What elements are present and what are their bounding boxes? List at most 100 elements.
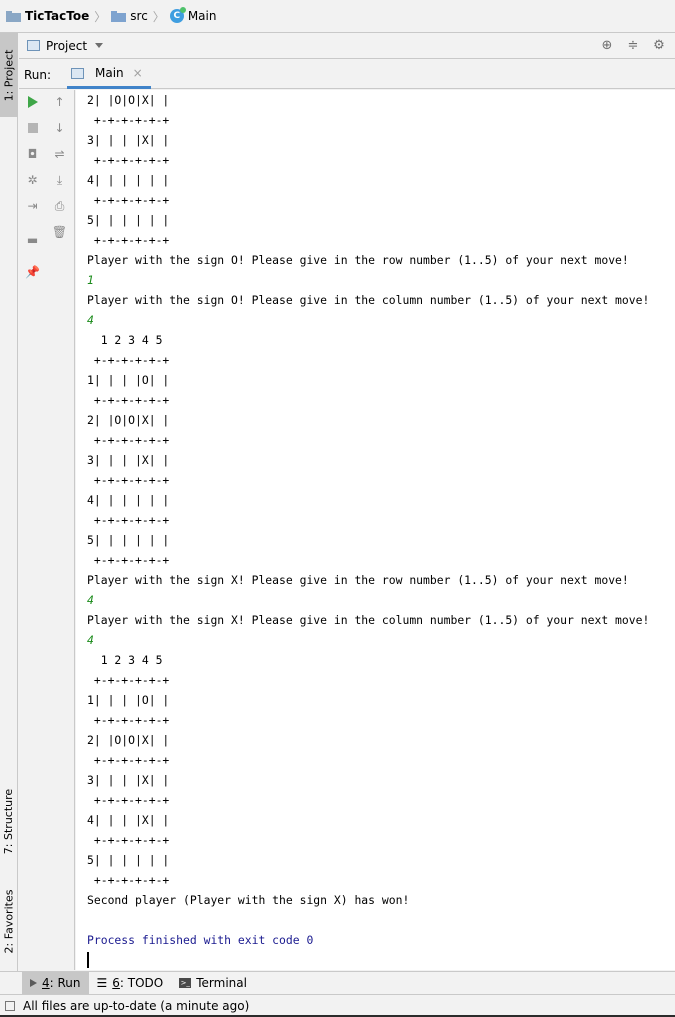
scroll-end-icon: ⤓ xyxy=(56,172,63,187)
run-tab-label: Main xyxy=(95,66,124,80)
breadcrumb-separator: 〉 xyxy=(152,9,165,24)
console-output-line: 2| |O|O|X| | xyxy=(87,93,170,107)
print-button[interactable]: ⎙ xyxy=(46,196,73,216)
console-output-line: 1| | | |O| | xyxy=(87,693,170,707)
console-output-line: Player with the sign X! Please give in t… xyxy=(87,613,650,627)
run-toolbar-primary: ◘ ✲ ⇥ ▬ 📌 xyxy=(19,90,46,970)
trash-icon: 🗑 xyxy=(51,225,68,239)
structure-tool-tab-label: 7: Structure xyxy=(2,788,16,854)
console-output-line: +-+-+-+-+-+ xyxy=(87,753,170,767)
soft-wrap-button[interactable]: ⇌ xyxy=(46,144,73,164)
console-input-line: 4 xyxy=(87,633,94,647)
console-output-line: +-+-+-+-+-+ xyxy=(87,433,170,447)
down-button[interactable]: ↓ xyxy=(46,118,73,138)
arrow-up-icon: ↑ xyxy=(54,95,65,109)
bug-icon: ✲ xyxy=(27,173,38,187)
console-output-line: 4| | | | | | xyxy=(87,173,170,187)
stop-button[interactable] xyxy=(19,118,46,138)
layout-icon: ▬ xyxy=(26,233,39,247)
console-output[interactable]: 2| |O|O|X| | +-+-+-+-+-+ 3| | | |X| | +-+… xyxy=(76,90,675,970)
console-output-line: +-+-+-+-+-+ xyxy=(87,513,170,527)
favorites-tool-tab-label: 2: Favorites xyxy=(2,889,16,953)
console-output-line: 1| | | |O| | xyxy=(87,373,170,387)
gear-icon[interactable]: ⚙ xyxy=(651,37,667,53)
console-output-line: +-+-+-+-+-+ xyxy=(87,353,170,367)
breadcrumb-project-label: TicTacToe xyxy=(25,9,90,23)
console-input-line: 4 xyxy=(87,593,94,607)
console-output-line: 5| | | | | | xyxy=(87,213,170,227)
breadcrumb-folder[interactable]: src xyxy=(111,9,148,23)
status-bar: All files are up-to-date (a minute ago) xyxy=(0,994,675,1017)
breadcrumb-separator: 〉 xyxy=(94,9,107,24)
run-panel-header: Run: Main × xyxy=(19,60,675,89)
favorites-tool-tab[interactable]: 2: Favorites xyxy=(0,879,18,963)
navigation-bar: TicTacToe 〉 src 〉 C Main xyxy=(0,0,675,33)
exit-icon: ⇥ xyxy=(27,199,38,213)
tool-windows-toggle-icon[interactable] xyxy=(5,1001,15,1011)
clear-button[interactable]: 🗑 xyxy=(46,222,73,242)
project-tool-tab-label: 1: Project xyxy=(2,49,16,101)
run-tab-main[interactable]: Main × xyxy=(67,60,151,89)
source-folder-icon xyxy=(111,10,127,22)
project-panel-tools: ⊕ ≑ ⚙ xyxy=(599,37,667,53)
console-output-line: 2| |O|O|X| | xyxy=(87,733,170,747)
crosshair-icon[interactable]: ⊕ xyxy=(599,37,615,53)
terminal-tool-tab-label: Terminal xyxy=(196,976,247,990)
close-icon[interactable]: × xyxy=(133,66,143,80)
list-icon: ☰ xyxy=(96,976,108,990)
console-input-line: 1 xyxy=(87,273,94,287)
console-icon xyxy=(71,67,84,79)
project-view-icon xyxy=(27,40,40,51)
console-output-line: 4| | | |X| | xyxy=(87,813,170,827)
play-icon xyxy=(27,96,38,108)
console-output-line: Player with the sign X! Please give in t… xyxy=(87,573,629,587)
console-output-line: +-+-+-+-+-+ xyxy=(87,873,170,887)
arrow-down-icon: ↓ xyxy=(54,121,65,135)
wrap-icon: ⇌ xyxy=(54,147,65,161)
scroll-to-end-button[interactable]: ⤓ xyxy=(46,170,73,190)
breadcrumb-file-label: Main xyxy=(187,9,217,23)
stop-icon xyxy=(27,123,38,133)
console-output-line: 5| | | | | | xyxy=(87,533,170,547)
project-panel-title[interactable]: Project xyxy=(46,39,87,53)
structure-tool-tab[interactable]: 7: Structure xyxy=(0,779,18,863)
run-toolbar-secondary: ↑ ↓ ⇌ ⤓ ⎙ 🗑 xyxy=(46,90,75,970)
console-output-line: 1 2 3 4 5 xyxy=(87,333,163,347)
console-output-line: +-+-+-+-+-+ xyxy=(87,113,170,127)
run-tool-tab-label: 4: Run xyxy=(42,976,81,990)
class-icon: C xyxy=(169,7,186,23)
terminal-icon: >_ xyxy=(179,978,192,988)
breadcrumb-file[interactable]: C Main xyxy=(169,7,217,23)
console-output-line: 1 2 3 4 5 xyxy=(87,653,163,667)
exit-button[interactable]: ⇥ xyxy=(19,196,46,216)
console-output-line: Second player (Player with the sign X) h… xyxy=(87,893,410,907)
layout-button[interactable]: ▬ xyxy=(19,230,46,250)
collapse-icon[interactable]: ≑ xyxy=(625,37,641,53)
project-tool-tab[interactable]: 1: Project xyxy=(0,33,18,117)
console-output-line: +-+-+-+-+-+ xyxy=(87,153,170,167)
console-output-line: +-+-+-+-+-+ xyxy=(87,553,170,567)
breadcrumb-project[interactable]: TicTacToe xyxy=(6,9,89,23)
breadcrumb-folder-label: src xyxy=(130,9,148,23)
console-output-line: +-+-+-+-+-+ xyxy=(87,833,170,847)
todo-tool-tab-label: 6: TODO xyxy=(112,976,164,990)
pin-tab-button[interactable]: 📌 xyxy=(19,262,46,282)
run-tool-tab[interactable]: 4: Run xyxy=(22,971,89,995)
console-output-line: 3| | | |X| | xyxy=(87,453,170,467)
rerun-button[interactable] xyxy=(19,92,46,112)
pin-icon: 📌 xyxy=(25,265,40,279)
status-text: All files are up-to-date (a minute ago) xyxy=(23,999,250,1013)
left-tool-strip: 1: Project 7: Structure 2: Favorites xyxy=(0,33,18,994)
console-output-line: Player with the sign O! Please give in t… xyxy=(87,293,650,307)
console-output-line: 3| | | |X| | xyxy=(87,773,170,787)
debug-button[interactable]: ✲ xyxy=(19,170,46,190)
dump-threads-button[interactable]: ◘ xyxy=(19,144,46,164)
console-output-line: +-+-+-+-+-+ xyxy=(87,393,170,407)
console-output-line: +-+-+-+-+-+ xyxy=(87,673,170,687)
todo-tool-tab[interactable]: ☰ 6: TODO xyxy=(89,972,172,995)
up-button[interactable]: ↑ xyxy=(46,92,73,112)
printer-icon: ⎙ xyxy=(54,198,65,213)
project-folder-icon xyxy=(6,10,21,22)
chevron-down-icon[interactable] xyxy=(95,43,104,48)
terminal-tool-tab[interactable]: >_ Terminal xyxy=(171,972,255,995)
